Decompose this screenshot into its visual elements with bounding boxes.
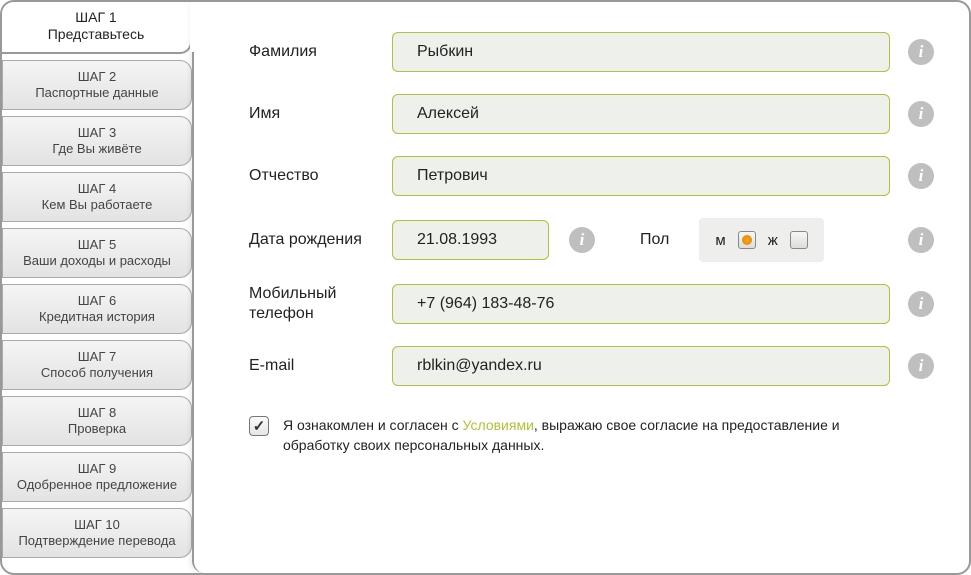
- gender-group: м ж: [699, 218, 823, 262]
- step-label: Паспортные данные: [35, 85, 158, 101]
- dob-label: Дата рождения: [249, 230, 392, 250]
- step-label: Ваши доходы и расходы: [23, 253, 171, 269]
- step-label: Кредитная история: [39, 309, 155, 325]
- step-num: ШАГ 3: [78, 125, 116, 141]
- radio-male[interactable]: [738, 231, 756, 249]
- info-icon[interactable]: i: [908, 291, 934, 317]
- step-7[interactable]: ШАГ 7 Способ получения: [2, 340, 192, 390]
- radio-female[interactable]: [790, 231, 808, 249]
- step-label: Способ получения: [41, 365, 153, 381]
- step-2[interactable]: ШАГ 2 Паспортные данные: [2, 60, 192, 110]
- info-icon[interactable]: i: [908, 353, 934, 379]
- step-num: ШАГ 6: [78, 293, 116, 309]
- patronymic-label: Отчество: [249, 166, 392, 186]
- step-9[interactable]: ШАГ 9 Одобренное предложение: [2, 452, 192, 502]
- email-label: E-mail: [249, 356, 392, 376]
- step-num: ШАГ 7: [78, 349, 116, 365]
- sidebar: ШАГ 1 Представьтесь ШАГ 2 Паспортные дан…: [2, 2, 194, 573]
- info-icon[interactable]: i: [908, 39, 934, 65]
- form-main: Фамилия i Имя i Отчество i Дата рождения: [192, 2, 969, 573]
- consent-text: Я ознакомлен и согласен с Условиями, выр…: [283, 416, 883, 455]
- firstname-input[interactable]: [392, 94, 890, 134]
- info-icon[interactable]: i: [908, 163, 934, 189]
- step-label: Подтверждение перевода: [18, 533, 175, 549]
- phone-label: Мобильный телефон: [249, 284, 392, 324]
- step-1[interactable]: ШАГ 1 Представьтесь: [2, 0, 192, 54]
- step-label: Проверка: [68, 421, 126, 437]
- step-num: ШАГ 9: [78, 461, 116, 477]
- step-num: ШАГ 1: [75, 9, 116, 27]
- info-icon[interactable]: i: [908, 227, 934, 253]
- step-num: ШАГ 5: [78, 237, 116, 253]
- radio-female-label: ж: [768, 232, 778, 249]
- step-3[interactable]: ШАГ 3 Где Вы живёте: [2, 116, 192, 166]
- step-label: Кем Вы работаете: [42, 197, 153, 213]
- step-label: Представьтесь: [48, 26, 145, 44]
- info-icon[interactable]: i: [908, 101, 934, 127]
- step-num: ШАГ 8: [78, 405, 116, 421]
- terms-link[interactable]: Условиями: [463, 417, 534, 433]
- firstname-label: Имя: [249, 104, 392, 124]
- email-input[interactable]: [392, 346, 890, 386]
- step-4[interactable]: ШАГ 4 Кем Вы работаете: [2, 172, 192, 222]
- step-num: ШАГ 10: [74, 517, 120, 533]
- step-label: Где Вы живёте: [52, 141, 141, 157]
- dob-input[interactable]: [392, 220, 549, 260]
- info-icon[interactable]: i: [569, 227, 595, 253]
- step-num: ШАГ 2: [78, 69, 116, 85]
- step-10[interactable]: ШАГ 10 Подтверждение перевода: [2, 508, 192, 558]
- step-5[interactable]: ШАГ 5 Ваши доходы и расходы: [2, 228, 192, 278]
- phone-input[interactable]: [392, 284, 890, 324]
- step-8[interactable]: ШАГ 8 Проверка: [2, 396, 192, 446]
- lastname-label: Фамилия: [249, 42, 392, 62]
- gender-label: Пол: [640, 231, 669, 249]
- consent-text-before: Я ознакомлен и согласен с: [283, 417, 463, 433]
- step-label: Одобренное предложение: [17, 477, 177, 493]
- step-num: ШАГ 4: [78, 181, 116, 197]
- patronymic-input[interactable]: [392, 156, 890, 196]
- lastname-input[interactable]: [392, 32, 890, 72]
- consent-checkbox[interactable]: [249, 416, 269, 436]
- step-6[interactable]: ШАГ 6 Кредитная история: [2, 284, 192, 334]
- radio-male-label: м: [715, 232, 725, 249]
